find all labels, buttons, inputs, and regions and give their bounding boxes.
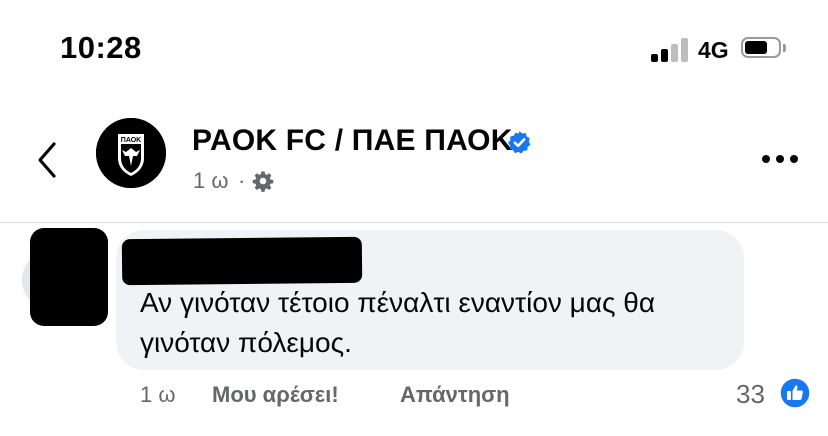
- reply-button[interactable]: Απάντηση: [400, 382, 510, 408]
- battery-icon: [741, 37, 787, 62]
- thumbs-up-icon[interactable]: [779, 377, 811, 409]
- comment-text: Αν γινόταν τέτοιο πέναλτι εναντίον μας θ…: [140, 287, 656, 358]
- more-options-icon[interactable]: [760, 155, 800, 165]
- comment-timestamp[interactable]: 1 ω: [140, 382, 176, 408]
- paok-logo-icon: ΠΑΟΚ: [96, 118, 166, 188]
- post-timestamp[interactable]: 1 ω: [193, 168, 229, 194]
- avatar-label: ΠΑΟΚ: [121, 137, 141, 144]
- back-arrow-icon[interactable]: [32, 140, 64, 180]
- status-time: 10:28: [60, 30, 142, 65]
- network-type: 4G: [698, 37, 729, 63]
- verified-badge-icon: [508, 131, 531, 154]
- page-name[interactable]: PAOK FC / ΠΑΕ ΠΑΟΚ: [192, 124, 513, 158]
- cellular-signal-icon: [651, 38, 691, 62]
- header-divider: [0, 222, 828, 223]
- separator-dot: ·: [238, 168, 246, 193]
- redaction-mark-avatar: [30, 228, 108, 326]
- page-avatar[interactable]: ΠΑΟΚ: [96, 118, 166, 188]
- reaction-count[interactable]: 33: [736, 379, 765, 410]
- like-button[interactable]: Μου αρέσει!: [212, 382, 339, 408]
- redaction-mark-name: [121, 236, 363, 286]
- gear-icon: [252, 171, 274, 192]
